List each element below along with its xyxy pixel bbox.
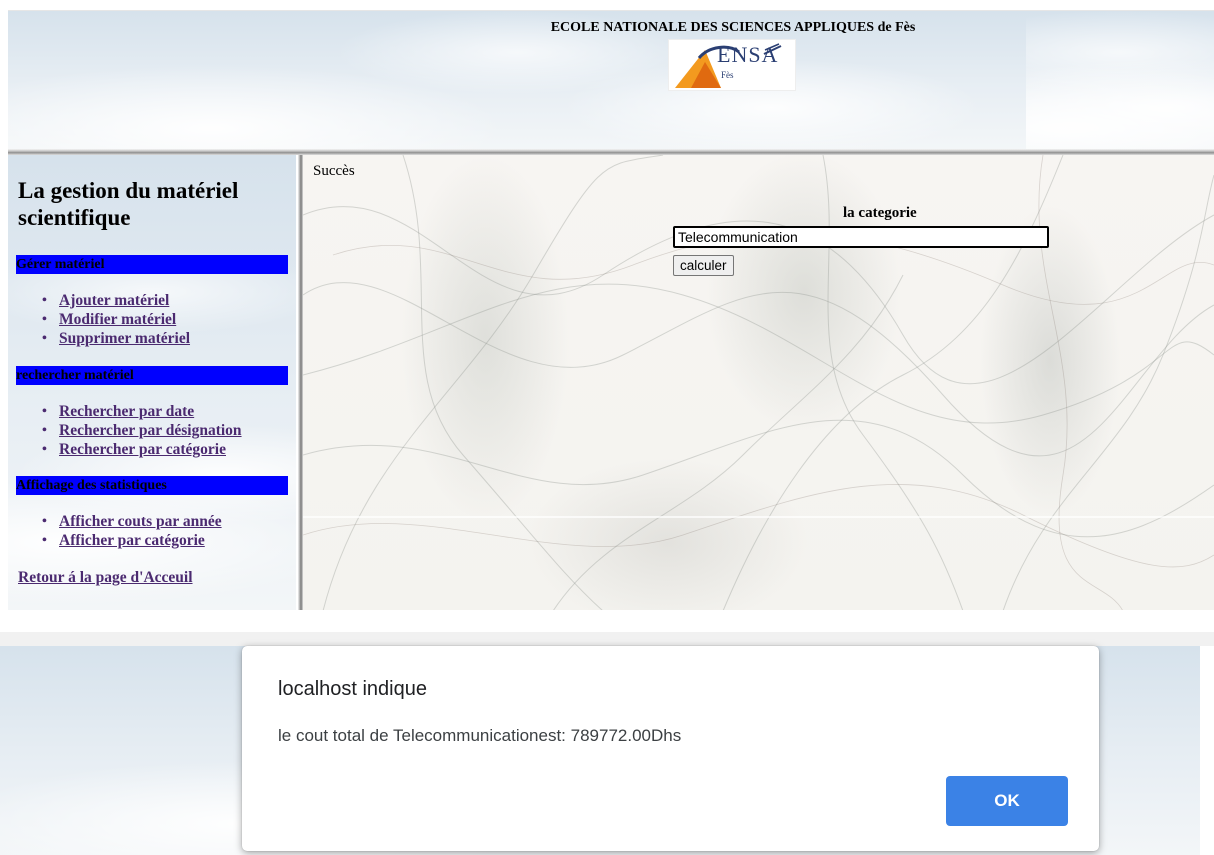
nav-link-ajouter[interactable]: Ajouter matériel <box>59 292 169 309</box>
list-item: • Afficher par catégorie <box>42 532 205 549</box>
nav-link-modifier[interactable]: Modifier matériel <box>59 311 176 328</box>
nav-list-rechercher: • Rechercher par date • Rechercher par dés… <box>38 402 242 459</box>
section-heading-gerer: Gérer matériel <box>16 255 288 274</box>
ensa-logo: ENSA Fès <box>668 39 796 91</box>
nav-list-statistiques: • Afficher couts par année • Afficher par … <box>38 512 222 550</box>
nav-link-recherche-designation[interactable]: Rechercher par désignation <box>59 422 242 439</box>
nav-title: La gestion du matériel scientifique <box>18 178 239 230</box>
nav-link-recherche-categorie[interactable]: Rechercher par catégorie <box>59 441 226 458</box>
alert-message: le cout total de Telecommunicationest: 7… <box>278 726 682 745</box>
ok-button[interactable]: OK <box>946 776 1068 826</box>
window-top-strip <box>0 632 1214 646</box>
logo-subtext: Fès <box>721 70 734 80</box>
navigation-frame: La gestion du matériel scientifique Gére… <box>8 155 296 611</box>
section-heading-statistiques: Affichage des statistiques <box>16 476 288 495</box>
alert-dialog: localhost indique le cout total de Telec… <box>242 646 1099 851</box>
list-item: • Rechercher par catégorie <box>42 441 226 458</box>
calculer-button[interactable]: calculer <box>673 255 734 276</box>
screenshot-separator <box>0 610 1214 632</box>
list-item: • Rechercher par désignation <box>42 422 242 439</box>
logo-text: ENSA <box>717 42 779 67</box>
home-link[interactable]: Retour á la page d'Acceuil <box>18 569 193 587</box>
nav-list-gerer: • Ajouter matériel • Modifier matériel • Su… <box>38 291 190 348</box>
page-background-right <box>1200 646 1214 855</box>
alert-window: localhost indique le cout total de Telec… <box>0 632 1214 855</box>
category-label: la categorie <box>843 205 917 221</box>
list-item: • Afficher couts par année <box>42 513 222 530</box>
school-title: ECOLE NATIONALE DES SCIENCES APPLIQUES d… <box>550 20 916 35</box>
list-item: • Supprimer matériel <box>42 330 191 347</box>
status-message: Succès <box>313 163 355 179</box>
nav-link-supprimer[interactable]: Supprimer matériel <box>59 330 190 347</box>
list-item: • Rechercher par date <box>42 403 195 420</box>
abstract-background-art <box>303 155 1214 611</box>
list-item: • Ajouter matériel <box>42 292 170 309</box>
content-frame: Succès la categorie calculer <box>303 155 1214 611</box>
header-frame: ECOLE NATIONALE DES SCIENCES APPLIQUES d… <box>8 11 1214 149</box>
alert-title: localhost indique <box>278 678 427 700</box>
list-item: • Modifier matériel <box>42 311 177 328</box>
section-heading-rechercher: rechercher matériel <box>16 366 288 385</box>
category-input[interactable] <box>673 226 1049 248</box>
nav-link-couts-annee[interactable]: Afficher couts par année <box>59 513 222 530</box>
nav-link-recherche-date[interactable]: Rechercher par date <box>59 403 194 420</box>
nav-link-par-categorie[interactable]: Afficher par catégorie <box>59 532 205 549</box>
frameset-window: ECOLE NATIONALE DES SCIENCES APPLIQUES d… <box>8 10 1214 611</box>
